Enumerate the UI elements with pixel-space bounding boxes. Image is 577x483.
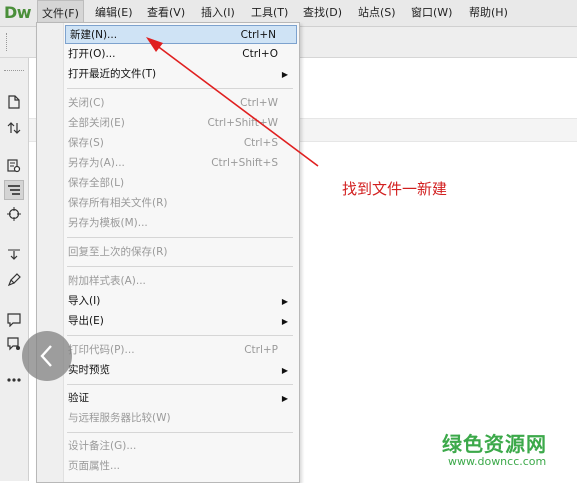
- chevron-left-icon: [40, 345, 52, 367]
- watermark-logo: 绿色资源网: [442, 432, 547, 456]
- annotation-arrow: [146, 37, 319, 167]
- back-button[interactable]: [22, 331, 72, 381]
- watermark-url: www.downcc.com: [448, 455, 547, 468]
- annotation-text: 找到文件一新建: [342, 180, 448, 198]
